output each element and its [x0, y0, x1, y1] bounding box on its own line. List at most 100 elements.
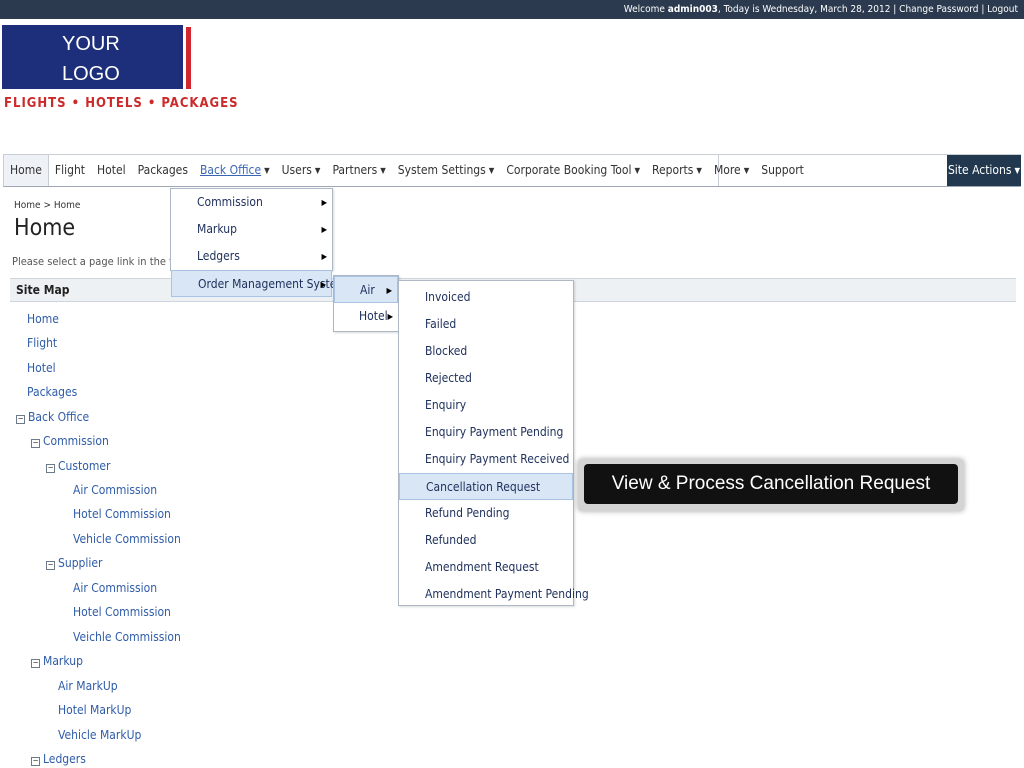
nav-corporate-booking-tool[interactable]: Corporate Booking Tool ▼	[500, 155, 646, 186]
tree-node-label: Ledgers	[43, 752, 86, 766]
collapse-icon[interactable]: −	[46, 464, 55, 473]
tree-node-supplier-vehicle-commission[interactable]: Veichle Commission	[73, 630, 181, 644]
logo-line-2: LOGO	[62, 63, 120, 85]
site-actions-button[interactable]: Site Actions ▼	[947, 155, 1021, 186]
tree-node-air-markup[interactable]: Air MarkUp	[58, 679, 118, 693]
change-password-link[interactable]: Change Password	[899, 4, 978, 15]
nav-partners[interactable]: Partners ▼	[326, 155, 391, 186]
menu-item-failed[interactable]: Failed	[399, 311, 573, 338]
tree-node-hotel-commission[interactable]: Hotel Commission	[73, 507, 171, 521]
menu-item-rejected[interactable]: Rejected	[399, 365, 573, 392]
menu-item-refunded[interactable]: Refunded	[399, 527, 573, 554]
menu-item-air[interactable]: Air ▶	[334, 276, 398, 303]
tree-node-commission[interactable]: − Commission	[31, 434, 109, 448]
tree-node-home[interactable]: Home	[27, 312, 59, 326]
menu-item-blocked[interactable]: Blocked	[399, 338, 573, 365]
caret-down-icon: ▼	[380, 166, 386, 175]
menu-item-commission[interactable]: Commission ▶	[171, 189, 332, 216]
breadcrumb-current: Home	[53, 200, 81, 211]
menu-item-order-management-system[interactable]: Order Management System ▶	[171, 270, 347, 297]
nav-system-settings[interactable]: System Settings ▼	[392, 155, 501, 186]
chevron-right-icon: ▶	[321, 225, 327, 234]
collapse-icon[interactable]: −	[31, 757, 40, 766]
caret-down-icon: ▼	[696, 166, 702, 175]
collapse-icon[interactable]: −	[46, 561, 55, 570]
nav-corporate-booking-tool-label: Corporate Booking Tool	[506, 163, 632, 177]
collapse-icon[interactable]: −	[31, 439, 40, 448]
username: admin003	[667, 4, 718, 15]
menu-item-label: Hotel	[359, 309, 388, 323]
caret-down-icon: ▼	[743, 166, 750, 175]
nav-back-office[interactable]: Back Office ▼	[194, 155, 276, 186]
chevron-right-icon: ▶	[321, 252, 327, 261]
callout-text: View & Process Cancellation Request	[584, 464, 958, 504]
nav-packages[interactable]: Packages	[132, 155, 194, 186]
collapse-icon[interactable]: −	[16, 415, 25, 424]
tree-node-markup[interactable]: − Markup	[31, 654, 83, 668]
menu-item-enquiry[interactable]: Enquiry	[399, 392, 573, 419]
tree-node-air-commission[interactable]: Air Commission	[73, 483, 157, 497]
nav-reports[interactable]: Reports ▼	[646, 155, 708, 186]
tree-node-label: Customer	[58, 459, 111, 473]
nav-reports-label: Reports	[652, 163, 694, 177]
top-navigation: Home Flight Hotel Packages Back Office ▼ …	[3, 154, 1021, 187]
menu-item-enquiry-payment-pending[interactable]: Enquiry Payment Pending	[399, 419, 573, 446]
nav-support[interactable]: Support	[755, 155, 810, 186]
tree-node-supplier-hotel-commission[interactable]: Hotel Commission	[73, 605, 171, 619]
tree-node-hotel[interactable]: Hotel	[27, 361, 56, 375]
nav-flight[interactable]: Flight	[49, 155, 91, 186]
caret-down-icon: ▼	[1014, 166, 1021, 175]
caret-down-icon: ▼	[488, 166, 495, 175]
menu-item-label: Markup	[197, 222, 237, 236]
tree-node-ledgers[interactable]: − Ledgers	[31, 752, 86, 766]
tree-node-vehicle-commission[interactable]: Vehicle Commission	[73, 532, 181, 546]
tree-node-flight[interactable]: Flight	[27, 336, 57, 350]
tree-node-back-office[interactable]: − Back Office	[16, 410, 89, 424]
breadcrumb: Home > Home	[14, 200, 80, 211]
menu-item-label: Commission	[197, 195, 263, 209]
tree-node-label: Back Office	[28, 410, 90, 424]
logo[interactable]: YOUR LOGO	[2, 25, 183, 89]
chevron-right-icon: ▶	[320, 280, 326, 289]
welcome-text: Welcome admin003, Today is Wednesday, Ma…	[624, 0, 1018, 19]
menu-item-enquiry-payment-received[interactable]: Enquiry Payment Received	[399, 446, 573, 473]
nav-more-label: More	[713, 163, 741, 177]
nav-more[interactable]: More ▼	[708, 155, 755, 186]
page-title: Home	[14, 215, 76, 241]
top-bar: Welcome admin003, Today is Wednesday, Ma…	[0, 0, 1024, 19]
menu-item-amendment-request[interactable]: Amendment Request	[399, 554, 573, 581]
sitemap-label: Site Map	[16, 283, 70, 297]
tree-node-label: Supplier	[58, 556, 103, 570]
breadcrumb-separator: >	[43, 200, 51, 211]
chevron-right-icon: ▶	[387, 312, 393, 321]
menu-item-invoiced[interactable]: Invoiced	[399, 284, 573, 311]
tree-node-supplier[interactable]: − Supplier	[46, 556, 103, 570]
menu-item-amendment-payment-pending[interactable]: Amendment Payment Pending	[399, 581, 589, 608]
menu-item-hotel[interactable]: Hotel ▶	[334, 303, 398, 330]
logout-link[interactable]: Logout	[987, 4, 1018, 15]
logo-line-1: YOUR	[62, 33, 120, 55]
menu-item-markup[interactable]: Markup ▶	[171, 216, 332, 243]
nav-home[interactable]: Home	[4, 155, 49, 186]
back-office-dropdown: Commission ▶ Markup ▶ Ledgers ▶ Order Manag…	[170, 188, 347, 297]
tree-node-packages[interactable]: Packages	[27, 385, 77, 399]
collapse-icon[interactable]: −	[31, 659, 40, 668]
caret-down-icon: ▼	[634, 166, 641, 175]
tree-node-vehicle-markup[interactable]: Vehicle MarkUp	[58, 728, 141, 742]
nav-hotel[interactable]: Hotel	[91, 155, 132, 186]
nav-users[interactable]: Users ▼	[276, 155, 327, 186]
menu-item-label: Air	[360, 283, 375, 297]
menu-item-ledgers[interactable]: Ledgers ▶	[171, 243, 332, 270]
breadcrumb-root[interactable]: Home	[14, 200, 41, 211]
tree-node-customer[interactable]: − Customer	[46, 459, 110, 473]
chevron-right-icon: ▶	[321, 198, 327, 207]
site-actions-label: Site Actions	[947, 163, 1012, 177]
tree-node-hotel-markup[interactable]: Hotel MarkUp	[58, 703, 131, 717]
date-text: , Today is Wednesday, March 28, 2012 |	[717, 4, 897, 15]
menu-item-refund-pending[interactable]: Refund Pending	[399, 500, 573, 527]
menu-item-cancellation-request[interactable]: Cancellation Request	[399, 473, 573, 500]
tagline: FLIGHTS • HOTELS • PACKAGES	[4, 96, 239, 111]
nav-users-label: Users	[281, 163, 312, 177]
nav-system-settings-label: System Settings	[397, 163, 486, 177]
tree-node-supplier-air-commission[interactable]: Air Commission	[73, 581, 157, 595]
